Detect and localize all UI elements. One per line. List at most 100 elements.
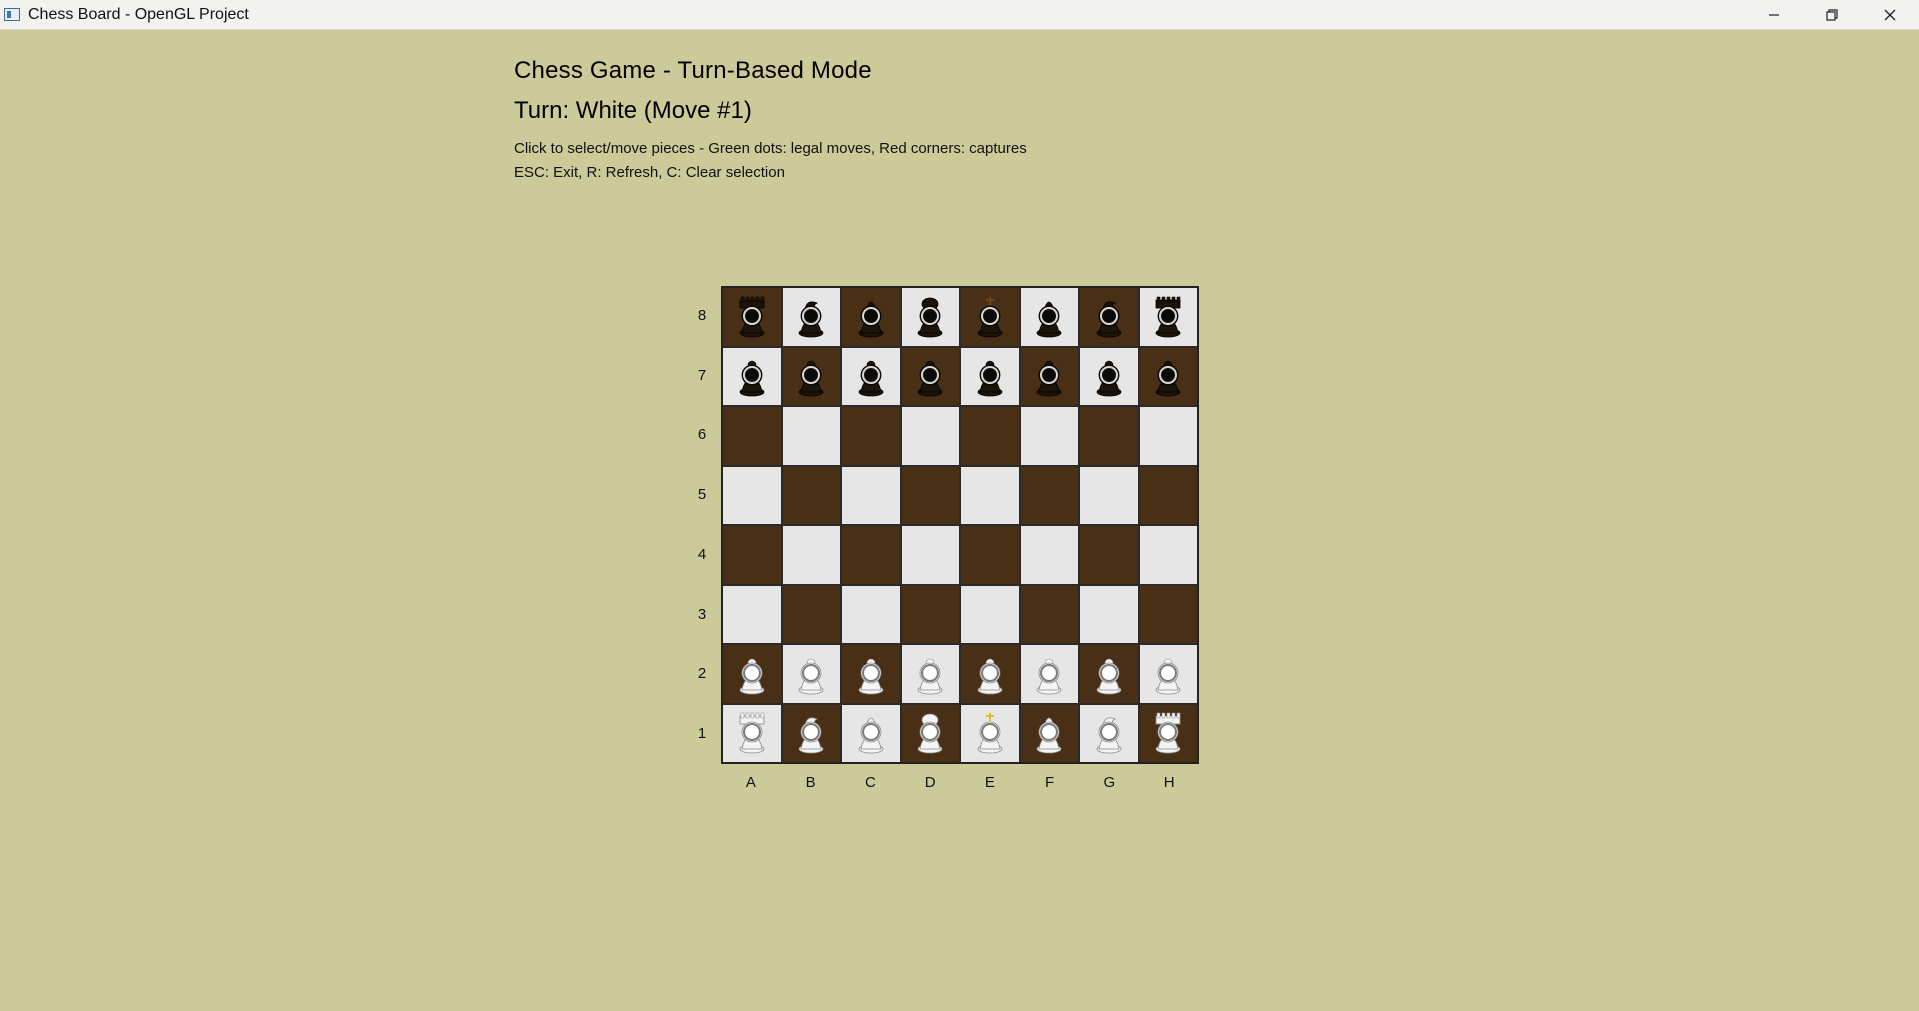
file-label: D bbox=[924, 774, 936, 791]
square-d3[interactable] bbox=[901, 585, 959, 643]
square-g6[interactable] bbox=[1080, 407, 1138, 465]
square-e7[interactable] bbox=[961, 347, 1019, 405]
black-pawn-icon bbox=[1036, 360, 1062, 397]
rank-label: 3 bbox=[697, 605, 707, 623]
square-f2[interactable] bbox=[1020, 645, 1078, 703]
rank-label: 5 bbox=[697, 486, 707, 504]
restore-icon bbox=[1826, 8, 1838, 21]
square-b6[interactable] bbox=[782, 407, 840, 465]
square-c5[interactable] bbox=[842, 466, 900, 524]
square-a7[interactable] bbox=[723, 347, 781, 405]
square-e2[interactable] bbox=[961, 645, 1019, 703]
square-g5[interactable] bbox=[1080, 466, 1138, 524]
square-d2[interactable] bbox=[901, 645, 959, 703]
square-e6[interactable] bbox=[961, 407, 1019, 465]
square-b8[interactable] bbox=[782, 288, 840, 346]
file-label: F bbox=[1045, 774, 1055, 791]
square-h1[interactable] bbox=[1139, 704, 1197, 762]
square-e1[interactable] bbox=[961, 704, 1019, 762]
square-d6[interactable] bbox=[901, 407, 959, 465]
square-b1[interactable] bbox=[782, 704, 840, 762]
file-label: E bbox=[984, 774, 995, 791]
square-f7[interactable] bbox=[1020, 347, 1078, 405]
file-label: G bbox=[1103, 774, 1116, 791]
game-title: Chess Game - Turn-Based Mode bbox=[514, 57, 872, 84]
square-b7[interactable] bbox=[782, 347, 840, 405]
square-g7[interactable] bbox=[1080, 347, 1138, 405]
chess-board bbox=[721, 286, 1199, 764]
square-e8[interactable] bbox=[961, 288, 1019, 346]
square-g3[interactable] bbox=[1080, 585, 1138, 643]
black-pawn-icon bbox=[1096, 360, 1122, 397]
white-rook-icon bbox=[1155, 713, 1181, 754]
square-a1[interactable] bbox=[723, 704, 781, 762]
square-c6[interactable] bbox=[842, 407, 900, 465]
square-h8[interactable] bbox=[1139, 288, 1197, 346]
square-f1[interactable] bbox=[1020, 704, 1078, 762]
square-e3[interactable] bbox=[961, 585, 1019, 643]
square-f8[interactable] bbox=[1020, 288, 1078, 346]
window-title: Chess Board - OpenGL Project bbox=[28, 5, 249, 23]
square-c1[interactable] bbox=[842, 704, 900, 762]
square-h3[interactable] bbox=[1139, 585, 1197, 643]
white-pawn-icon bbox=[1036, 658, 1062, 695]
square-c7[interactable] bbox=[842, 347, 900, 405]
square-h2[interactable] bbox=[1139, 645, 1197, 703]
square-d1[interactable] bbox=[901, 704, 959, 762]
square-b4[interactable] bbox=[782, 526, 840, 584]
square-d7[interactable] bbox=[901, 347, 959, 405]
file-label: C bbox=[864, 774, 876, 791]
black-pawn-icon bbox=[798, 360, 824, 397]
square-b2[interactable] bbox=[782, 645, 840, 703]
app-icon bbox=[4, 8, 20, 21]
square-a3[interactable] bbox=[723, 585, 781, 643]
square-f6[interactable] bbox=[1020, 407, 1078, 465]
square-a5[interactable] bbox=[723, 466, 781, 524]
white-pawn-icon bbox=[798, 658, 824, 695]
file-label: H bbox=[1163, 774, 1175, 791]
square-g1[interactable] bbox=[1080, 704, 1138, 762]
instructions-keys: ESC: Exit, R: Refresh, C: Clear selectio… bbox=[514, 164, 785, 181]
square-d4[interactable] bbox=[901, 526, 959, 584]
square-f5[interactable] bbox=[1020, 466, 1078, 524]
black-queen-icon bbox=[917, 297, 943, 338]
square-h5[interactable] bbox=[1139, 466, 1197, 524]
square-g4[interactable] bbox=[1080, 526, 1138, 584]
square-d5[interactable] bbox=[901, 466, 959, 524]
square-h6[interactable] bbox=[1139, 407, 1197, 465]
square-a8[interactable] bbox=[723, 288, 781, 346]
square-h4[interactable] bbox=[1139, 526, 1197, 584]
square-b5[interactable] bbox=[782, 466, 840, 524]
square-g2[interactable] bbox=[1080, 645, 1138, 703]
close-icon bbox=[1884, 9, 1896, 20]
square-c2[interactable] bbox=[842, 645, 900, 703]
square-a4[interactable] bbox=[723, 526, 781, 584]
white-pawn-icon bbox=[739, 658, 765, 695]
square-h7[interactable] bbox=[1139, 347, 1197, 405]
instructions-select: Click to select/move pieces - Green dots… bbox=[514, 140, 1027, 157]
close-button[interactable] bbox=[1861, 0, 1919, 29]
square-a6[interactable] bbox=[723, 407, 781, 465]
black-knight-icon bbox=[1096, 301, 1122, 338]
black-bishop-icon bbox=[1036, 301, 1062, 338]
black-rook-icon bbox=[1155, 296, 1181, 338]
square-c3[interactable] bbox=[842, 585, 900, 643]
black-pawn-icon bbox=[739, 360, 765, 397]
white-pawn-icon bbox=[858, 658, 884, 695]
minimize-button[interactable] bbox=[1745, 0, 1803, 29]
turn-status: Turn: White (Move #1) bbox=[514, 97, 752, 124]
square-b3[interactable] bbox=[782, 585, 840, 643]
square-f4[interactable] bbox=[1020, 526, 1078, 584]
square-d8[interactable] bbox=[901, 288, 959, 346]
square-e5[interactable] bbox=[961, 466, 1019, 524]
square-c4[interactable] bbox=[842, 526, 900, 584]
square-a2[interactable] bbox=[723, 645, 781, 703]
restore-button[interactable] bbox=[1803, 0, 1861, 29]
square-f3[interactable] bbox=[1020, 585, 1078, 643]
square-g8[interactable] bbox=[1080, 288, 1138, 346]
square-c8[interactable] bbox=[842, 288, 900, 346]
white-rook-icon bbox=[739, 713, 765, 754]
file-label: B bbox=[805, 774, 816, 791]
square-e4[interactable] bbox=[961, 526, 1019, 584]
black-bishop-icon bbox=[858, 301, 884, 338]
